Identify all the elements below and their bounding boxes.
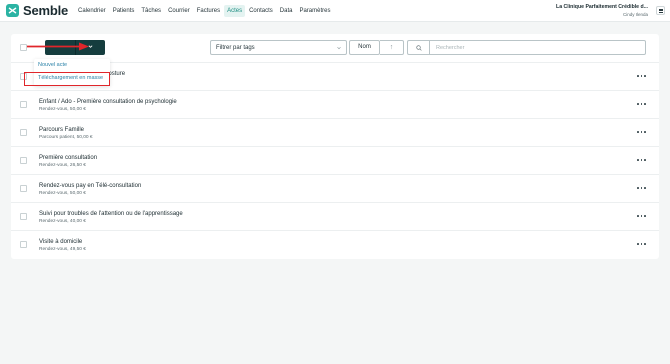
sort-field-button[interactable]: Nom	[349, 40, 380, 55]
annotation-highlight-box	[24, 72, 110, 86]
row-checkbox[interactable]	[20, 241, 27, 248]
more-options-icon[interactable]	[637, 241, 646, 247]
nav-factures[interactable]: Factures	[194, 5, 223, 17]
search-button[interactable]	[407, 40, 430, 55]
main-nav: Calendrier Patients Tâches Courrier Fact…	[75, 0, 334, 22]
semble-logo-icon[interactable]	[6, 4, 19, 17]
row-title[interactable]: Suivi pour troubles de l'attention ou de…	[39, 211, 183, 217]
nav-taches[interactable]: Tâches	[138, 5, 164, 17]
top-bar: Semble Calendrier Patients Tâches Courri…	[0, 0, 670, 22]
brand-name[interactable]: Semble	[23, 3, 68, 18]
sort-direction-button[interactable]: ↑	[380, 40, 404, 55]
more-options-icon[interactable]	[637, 213, 646, 219]
chevron-down-icon	[337, 46, 341, 50]
toolbar: Filtrer par tags Nom ↑	[11, 34, 659, 62]
tag-filter-label: Filtrer par tags	[216, 45, 255, 51]
nav-contacts[interactable]: Contacts	[246, 5, 276, 17]
list-item[interactable]: Première consultation Rendez-vous, 26,50…	[11, 146, 659, 174]
list-item[interactable]: Visite à domicile Rendez-vous, 49,50 €	[11, 230, 659, 258]
nav-calendrier[interactable]: Calendrier	[75, 5, 109, 17]
hamburger-menu-icon[interactable]	[656, 6, 665, 15]
list-item[interactable]: Rendez-vous pay en Télé-consultation Ren…	[11, 174, 659, 202]
annotation-arrow-icon	[27, 42, 89, 51]
menu-item-nouvel-acte[interactable]: Nouvel acte	[34, 60, 110, 71]
row-checkbox[interactable]	[20, 101, 27, 108]
row-title[interactable]: Première consultation	[39, 155, 97, 161]
more-options-icon[interactable]	[637, 157, 646, 163]
list-item[interactable]: Parcours Famille Parcours patient, 50,00…	[11, 118, 659, 146]
row-subtitle: Rendez-vous, 49,50 €	[39, 247, 86, 252]
search-input[interactable]	[430, 40, 646, 55]
clinic-name[interactable]: La Clinique Parfaitement Crédible d...	[556, 4, 648, 10]
row-subtitle: Parcours patient, 50,00 €	[39, 135, 93, 140]
more-options-icon[interactable]	[637, 129, 646, 135]
row-title[interactable]: Parcours Famille	[39, 127, 84, 133]
more-options-icon[interactable]	[637, 185, 646, 191]
nav-patients[interactable]: Patients	[110, 5, 138, 17]
row-checkbox[interactable]	[20, 213, 27, 220]
row-subtitle: Rendez-vous, 40,00 €	[39, 219, 86, 224]
actes-card: Filtrer par tags Nom ↑ Nouvel acte Téléc…	[11, 34, 659, 259]
list-item[interactable]: Enfant / Ado - Première consultation de …	[11, 90, 659, 118]
row-subtitle: Rendez-vous, 50,00 €	[39, 107, 86, 112]
user-name: Cindy Ilenda	[622, 12, 648, 17]
row-subtitle: Rendez-vous, 26,50 €	[39, 163, 86, 168]
row-title[interactable]: Visite à domicile	[39, 239, 82, 245]
nav-actes[interactable]: Actes	[224, 5, 246, 17]
nav-parametres[interactable]: Paramètres	[296, 5, 333, 17]
nav-data[interactable]: Data	[277, 5, 296, 17]
nav-courrier[interactable]: Courrier	[165, 5, 193, 17]
more-options-icon[interactable]	[637, 73, 646, 79]
row-title[interactable]: Rendez-vous pay en Télé-consultation	[39, 183, 141, 189]
row-checkbox[interactable]	[20, 129, 27, 136]
more-options-icon[interactable]	[637, 101, 646, 107]
row-title[interactable]: Enfant / Ado - Première consultation de …	[39, 99, 177, 105]
list-item[interactable]: Suivi pour troubles de l'attention ou de…	[11, 202, 659, 230]
tag-filter-select[interactable]: Filtrer par tags	[210, 40, 347, 55]
search-icon	[416, 45, 422, 51]
row-checkbox[interactable]	[20, 157, 27, 164]
row-subtitle: Rendez-vous, 50,00 €	[39, 191, 86, 196]
row-checkbox[interactable]	[20, 185, 27, 192]
